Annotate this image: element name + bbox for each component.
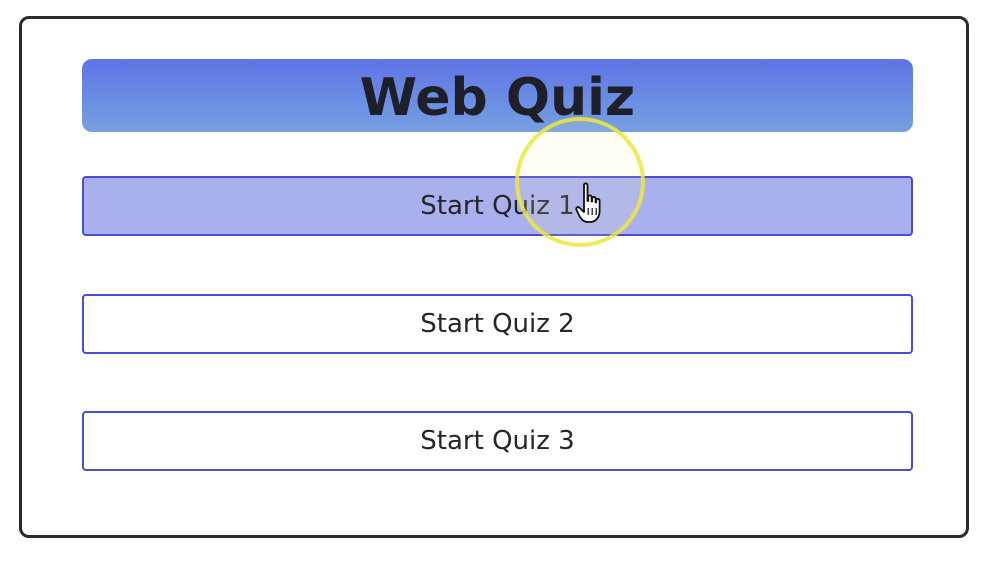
start-quiz-3-button[interactable]: Start Quiz 3 xyxy=(82,411,913,471)
start-quiz-1-button[interactable]: Start Quiz 1 xyxy=(82,176,913,236)
header-banner: Web Quiz xyxy=(82,59,913,132)
start-quiz-1-label: Start Quiz 1 xyxy=(420,191,575,221)
start-quiz-3-label: Start Quiz 3 xyxy=(420,426,575,456)
page-title: Web Quiz xyxy=(359,67,636,128)
start-quiz-2-label: Start Quiz 2 xyxy=(420,309,575,339)
quiz-card: Web Quiz Start Quiz 1 Start Quiz 2 Start… xyxy=(19,16,969,538)
page: Web Quiz Start Quiz 1 Start Quiz 2 Start… xyxy=(0,0,1005,569)
start-quiz-2-button[interactable]: Start Quiz 2 xyxy=(82,294,913,354)
